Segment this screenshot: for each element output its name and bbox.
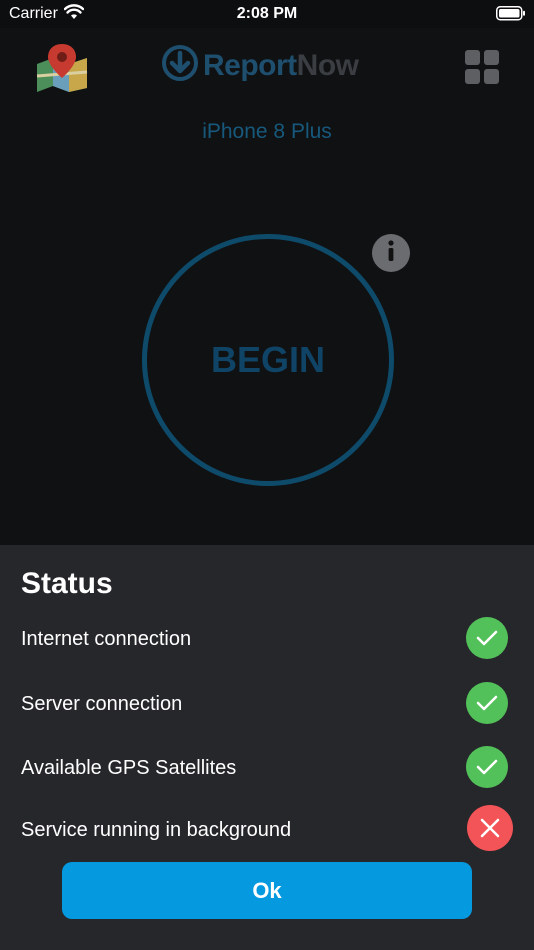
status-item-gps-label: Available GPS Satellites: [21, 757, 237, 779]
check-icon: [466, 617, 508, 659]
app-logo: ReportNow: [161, 44, 359, 87]
check-icon: [466, 746, 508, 788]
status-title: Status: [21, 567, 113, 600]
check-icon: [466, 682, 508, 724]
status-item-server-label: Server connection: [21, 693, 183, 715]
device-name: iPhone 8 Plus: [202, 120, 332, 143]
map-pin-icon[interactable]: [34, 42, 90, 97]
begin-button[interactable]: BEGIN: [142, 234, 394, 486]
battery-icon: [496, 6, 526, 26]
begin-label: BEGIN: [210, 339, 325, 380]
status-sheet: Status Internet connection Server connec…: [0, 545, 534, 950]
error-x-icon: [467, 805, 513, 851]
info-icon: [386, 239, 396, 267]
status-bar: Carrier 2:08 PM: [0, 0, 534, 28]
logo-text-now: Now: [296, 48, 359, 82]
download-circle-icon: [161, 44, 199, 87]
status-item-internet-label: Internet connection: [21, 628, 192, 650]
info-button[interactable]: [372, 234, 410, 272]
ok-button[interactable]: Ok: [62, 862, 472, 919]
main-screen: ReportNow iPhone 8 Plus BEGIN: [0, 28, 534, 545]
logo-text-report: Report: [203, 48, 297, 82]
grid-menu-icon[interactable]: [465, 50, 499, 89]
status-item-background-label: Service running in background: [21, 819, 292, 841]
clock: 2:08 PM: [236, 5, 298, 22]
